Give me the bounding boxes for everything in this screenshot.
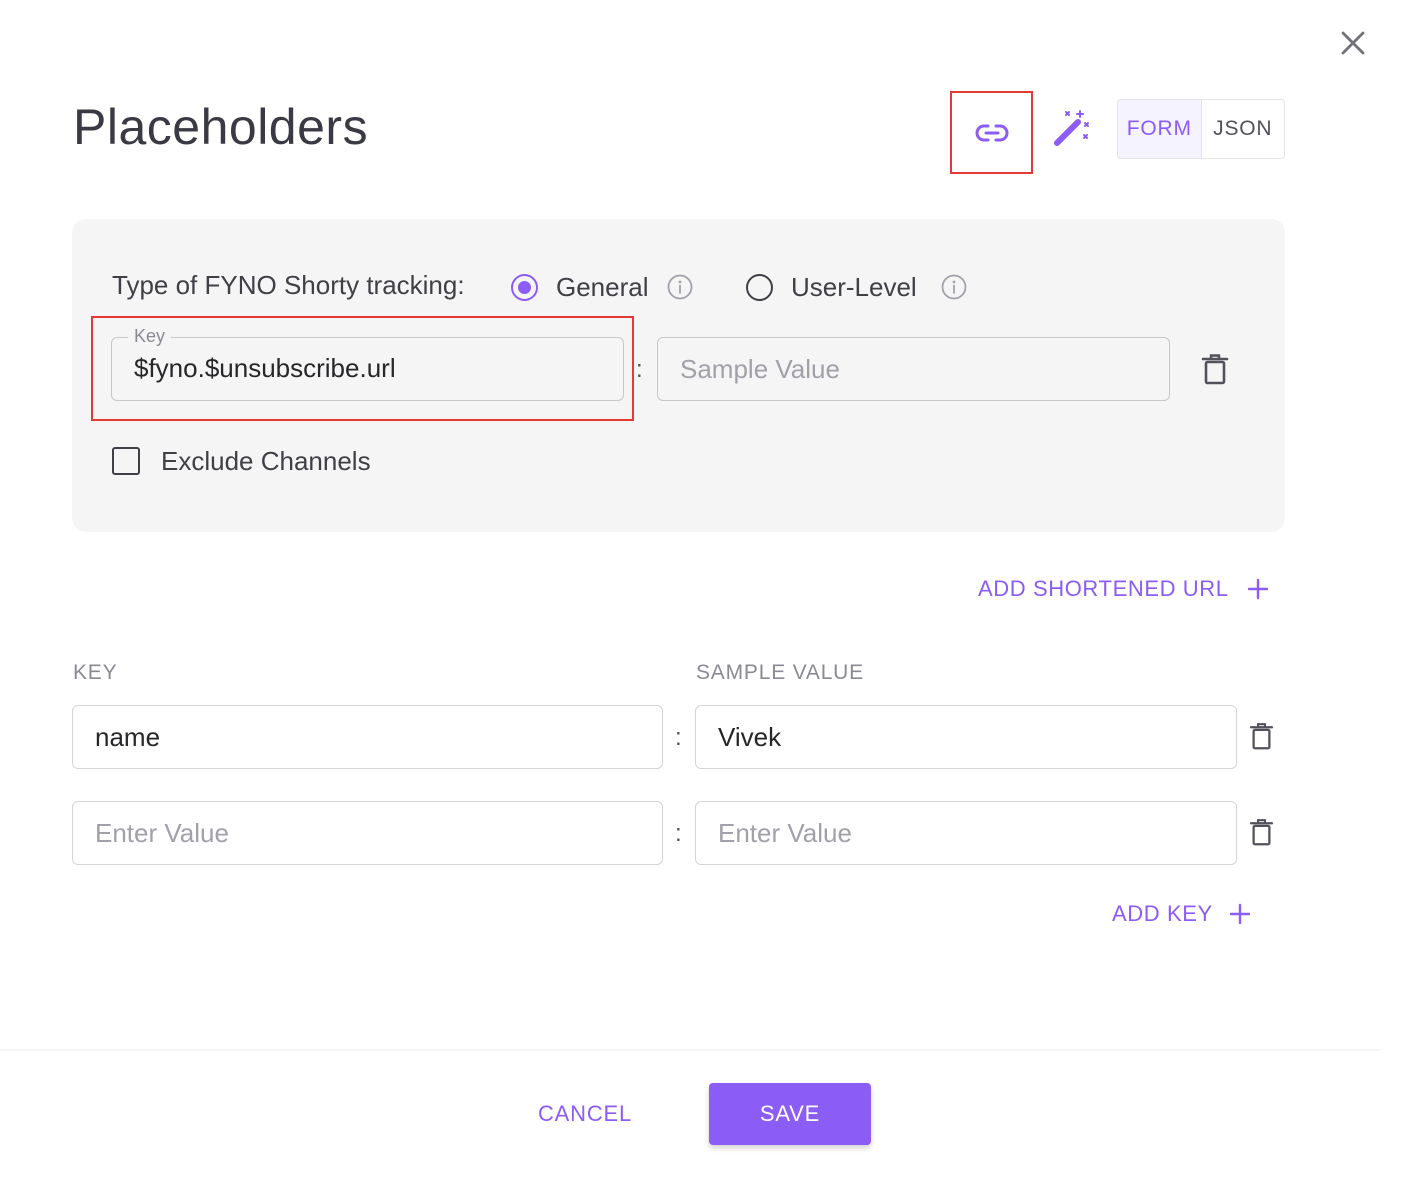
- general-info-icon[interactable]: [667, 274, 693, 300]
- add-shortened-url-button[interactable]: ADD SHORTENED URL: [978, 576, 1269, 602]
- key-value-separator: :: [636, 356, 643, 383]
- link-icon: [975, 124, 1008, 141]
- general-radio-label: General: [556, 272, 649, 302]
- plus-icon: [1229, 903, 1250, 925]
- form-toggle-option[interactable]: FORM: [1118, 100, 1202, 158]
- view-toggle: FORM JSON: [1117, 99, 1285, 159]
- magic-wand-icon: [1054, 110, 1089, 146]
- add-key-label: ADD KEY: [1112, 901, 1213, 926]
- add-shortened-url-label: ADD SHORTENED URL: [978, 576, 1229, 601]
- exclude-channels-label: Exclude Channels: [161, 446, 371, 476]
- row-2-value-input[interactable]: [695, 801, 1237, 865]
- plus-icon: [1247, 578, 1268, 600]
- shortened-url-button[interactable]: [950, 91, 1033, 174]
- user-level-info-icon[interactable]: [941, 274, 967, 300]
- close-button[interactable]: [1336, 26, 1370, 60]
- general-radio[interactable]: [511, 274, 538, 301]
- row-1-delete-icon[interactable]: [1249, 722, 1274, 750]
- page-title: Placeholders: [73, 99, 369, 155]
- row-2-separator: :: [675, 820, 682, 847]
- user-level-radio-label: User-Level: [791, 272, 917, 302]
- delete-shortened-url-icon[interactable]: [1201, 353, 1229, 385]
- tracking-type-label: Type of FYNO Shorty tracking:: [112, 270, 465, 300]
- close-icon: [1341, 31, 1365, 55]
- row-1-separator: :: [675, 724, 682, 751]
- save-button[interactable]: SAVE: [709, 1083, 871, 1145]
- exclude-channels-checkbox[interactable]: [112, 447, 140, 475]
- user-level-radio[interactable]: [746, 274, 773, 301]
- key-column-header: KEY: [73, 661, 118, 684]
- key-field-legend: Key: [128, 326, 172, 347]
- row-1-value-input[interactable]: [695, 705, 1237, 769]
- row-2-key-input[interactable]: [72, 801, 663, 865]
- shortened-sample-value-input[interactable]: [657, 337, 1170, 401]
- cancel-button[interactable]: CANCEL: [520, 1083, 650, 1145]
- auto-fill-button[interactable]: [1049, 106, 1093, 150]
- shortened-key-value: $fyno.$unsubscribe.url: [134, 353, 396, 383]
- sample-value-column-header: SAMPLE VALUE: [696, 661, 864, 684]
- json-toggle-option[interactable]: JSON: [1202, 100, 1285, 158]
- row-1-key-input[interactable]: [72, 705, 663, 769]
- row-2-delete-icon[interactable]: [1249, 818, 1274, 846]
- add-key-button[interactable]: ADD KEY: [1112, 901, 1251, 927]
- footer-divider: [0, 1049, 1380, 1051]
